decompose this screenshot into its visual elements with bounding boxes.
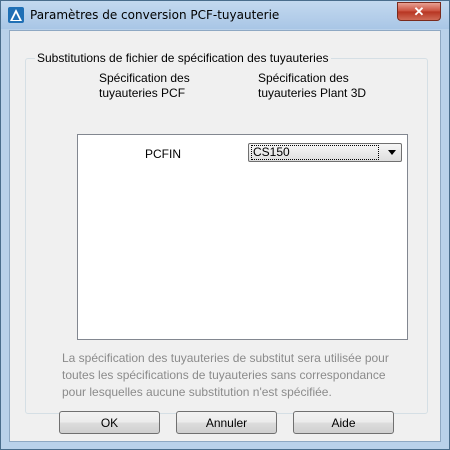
substitution-note: La spécification des tuyauteries de subs… xyxy=(62,351,389,399)
plant3d-spec-value: CS150 xyxy=(251,145,379,160)
close-icon: ✕ xyxy=(413,3,425,19)
window-title: Paramètres de conversion PCF-tuyauterie xyxy=(30,8,280,22)
title-bar[interactable]: Paramètres de conversion PCF-tuyauterie … xyxy=(1,1,449,29)
pcf-spec-label: PCFIN xyxy=(145,147,181,161)
column-header-pcf: Spécification des tuyauteries PCF xyxy=(99,71,190,101)
autocad-triangle-icon xyxy=(8,7,24,23)
close-button[interactable]: ✕ xyxy=(397,2,441,21)
group-legend: Substitutions de fichier de spécificatio… xyxy=(35,51,331,65)
substitutions-group: Substitutions de fichier de spécificatio… xyxy=(25,51,428,414)
column-header-pcf-line2: tuyauteries PCF xyxy=(99,86,186,100)
dialog-body: Substitutions de fichier de spécificatio… xyxy=(9,30,441,442)
dialog-window: Paramètres de conversion PCF-tuyauterie … xyxy=(0,0,450,450)
ok-button[interactable]: OK xyxy=(59,411,160,434)
cancel-button[interactable]: Annuler xyxy=(176,411,277,434)
column-header-plant3d: Spécification des tuyauteries Plant 3D xyxy=(258,71,366,101)
column-header-plant3d-line2: tuyauteries Plant 3D xyxy=(258,86,367,100)
column-header-plant3d-line1: Spécification des xyxy=(258,71,349,85)
column-header-pcf-line1: Spécification des xyxy=(99,71,190,85)
substitution-list[interactable]: PCFIN CS150 xyxy=(77,134,408,340)
chevron-down-icon[interactable] xyxy=(388,150,396,155)
plant3d-spec-dropdown[interactable]: CS150 xyxy=(248,143,402,162)
help-button[interactable]: Aide xyxy=(293,411,394,434)
